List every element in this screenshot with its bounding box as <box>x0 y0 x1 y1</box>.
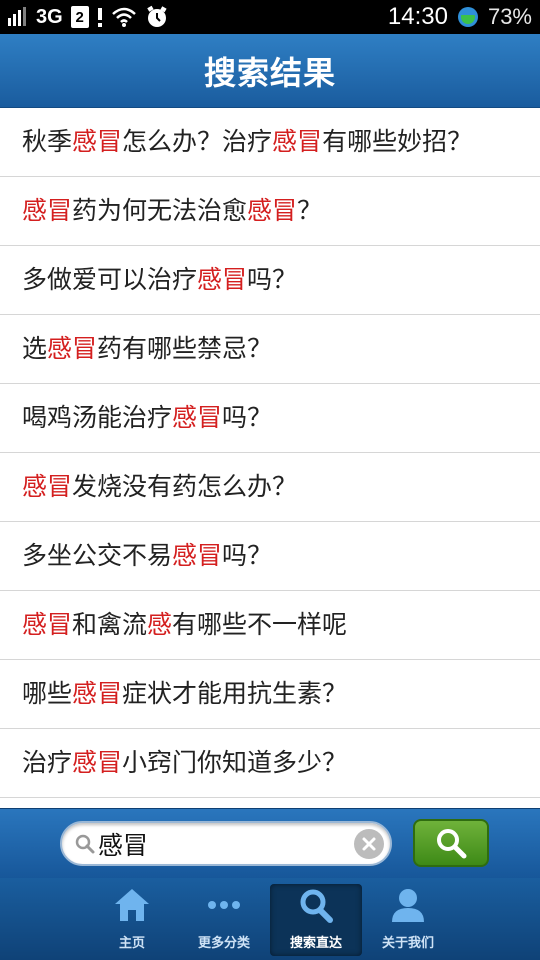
result-text-segment: 多做爱可以治疗 <box>22 265 198 294</box>
result-item[interactable]: 多坐公交不易感冒吗？ <box>0 522 540 591</box>
search-icon <box>437 829 467 859</box>
nav-home[interactable]: 主页 <box>86 884 178 956</box>
search-button[interactable] <box>413 819 489 867</box>
nav-about-label: 关于我们 <box>381 936 434 951</box>
result-title: 多做爱可以治疗感冒吗？ <box>22 263 297 297</box>
network-type: 3G <box>36 5 63 28</box>
result-text-segment: 和禽流 <box>72 610 148 639</box>
keyword-highlight: 感冒 <box>72 679 123 708</box>
result-item[interactable]: 感冒药为何无法治愈感冒？ <box>0 177 540 246</box>
search-box <box>60 821 392 866</box>
result-text-segment: 治疗 <box>22 748 73 777</box>
result-item[interactable]: 秋季感冒怎么办？治疗感冒有哪些妙招？ <box>0 108 540 177</box>
results-list: 秋季感冒怎么办？治疗感冒有哪些妙招？ 感冒药为何无法治愈感冒？ 多做爱可以治疗感冒吗… <box>0 108 540 808</box>
result-title: 感冒药为何无法治愈感冒？ <box>22 194 322 228</box>
keyword-highlight: 感冒 <box>72 127 123 156</box>
result-title: 喝鸡汤能治疗感冒吗？ <box>22 401 272 435</box>
nav-about-us[interactable]: 关于我们 <box>362 884 454 956</box>
sim-badge: 2 <box>70 6 89 28</box>
result-title: 多坐公交不易感冒吗？ <box>22 539 272 573</box>
battery-icon <box>457 7 478 27</box>
result-item[interactable]: 多做爱可以治疗感冒吗？ <box>0 246 540 315</box>
nav-search[interactable]: 搜索直达 <box>270 884 362 956</box>
result-text-segment: 怎么办？治疗 <box>122 127 273 156</box>
keyword-highlight: 感 <box>147 610 173 639</box>
result-item[interactable]: 治疗感冒小窍门你知道多少？ <box>0 729 540 798</box>
result-text-segment: 有哪些妙招？ <box>322 127 473 156</box>
result-text-segment: 哪些 <box>22 679 73 708</box>
result-text-segment: 发烧没有药怎么办？ <box>72 472 298 501</box>
keyword-highlight: 感冒 <box>22 610 73 639</box>
result-text-segment: ？ <box>297 196 323 225</box>
result-title: 治疗感冒小窍门你知道多少？ <box>22 746 347 780</box>
page-title: 搜索结果 <box>203 53 336 92</box>
result-text-segment: 药为何无法治愈 <box>72 196 248 225</box>
result-text-segment: 秋季 <box>22 127 73 156</box>
keyword-highlight: 感冒 <box>172 541 223 570</box>
nav-more-label: 更多分类 <box>197 936 250 951</box>
result-title: 感冒和禽流感有哪些不一样呢 <box>22 608 347 642</box>
result-title: 哪些感冒症状才能用抗生素？ <box>22 677 347 711</box>
keyword-highlight: 感冒 <box>72 748 123 777</box>
result-text-segment: 吗？ <box>222 403 273 432</box>
keyword-highlight: 感冒 <box>197 265 248 294</box>
bottom-nav: 主页 更多分类 搜索直达 关于我们 <box>0 878 540 960</box>
result-text-segment: 吗？ <box>222 541 273 570</box>
result-title: 选感冒药有哪些禁忌？ <box>22 332 272 366</box>
alarm-icon <box>146 5 167 27</box>
result-item[interactable]: 选感冒药有哪些禁忌？ <box>0 315 540 384</box>
keyword-highlight: 感冒 <box>272 127 323 156</box>
result-text-segment: 症状才能用抗生素？ <box>122 679 348 708</box>
search-icon <box>75 834 95 853</box>
result-item[interactable]: 喝鸡汤能治疗感冒吗？ <box>0 384 540 453</box>
result-text-segment: 喝鸡汤能治疗 <box>22 403 173 432</box>
keyword-highlight: 感冒 <box>22 196 73 225</box>
result-text-segment: 吗？ <box>247 265 298 294</box>
keyword-highlight: 感冒 <box>172 403 223 432</box>
status-bar: 3G 2 14:30 73% <box>0 0 540 34</box>
clock: 14:30 <box>387 3 448 30</box>
result-title: 感冒发烧没有药怎么办？ <box>22 470 297 504</box>
header-bar: 搜索结果 <box>0 34 540 108</box>
result-text-segment: 药有哪些禁忌？ <box>97 334 273 363</box>
user-icon <box>392 889 424 922</box>
result-item[interactable]: 感冒和禽流感有哪些不一样呢 <box>0 591 540 660</box>
search-icon <box>300 889 333 923</box>
nav-home-label: 主页 <box>118 936 145 951</box>
signal-icon <box>8 7 26 26</box>
result-text-segment: 小窍门你知道多少？ <box>122 748 348 777</box>
keyword-highlight: 感冒 <box>47 334 98 363</box>
home-icon <box>115 889 149 921</box>
nav-search-label: 搜索直达 <box>289 936 342 951</box>
keyword-highlight: 感冒 <box>22 472 73 501</box>
search-input[interactable] <box>98 825 328 862</box>
alert-icon <box>97 8 102 27</box>
wifi-icon <box>111 7 136 27</box>
result-text-segment: 多坐公交不易 <box>22 541 173 570</box>
clear-button[interactable] <box>354 829 384 859</box>
result-item[interactable]: 感冒发烧没有药怎么办？ <box>0 453 540 522</box>
battery-percent: 73% <box>487 4 532 29</box>
close-icon <box>362 837 376 851</box>
result-title: 秋季感冒怎么办？治疗感冒有哪些妙招？ <box>22 125 472 159</box>
result-item[interactable]: 哪些感冒症状才能用抗生素？ <box>0 660 540 729</box>
more-icon <box>208 901 240 909</box>
result-text-segment: 选 <box>22 334 48 363</box>
status-left: 3G 2 <box>6 4 169 30</box>
search-bar <box>0 808 540 878</box>
result-text-segment: 有哪些不一样呢 <box>172 610 348 639</box>
nav-more-categories[interactable]: 更多分类 <box>178 884 270 956</box>
status-right: 14:30 73% <box>387 3 532 30</box>
keyword-highlight: 感冒 <box>247 196 298 225</box>
